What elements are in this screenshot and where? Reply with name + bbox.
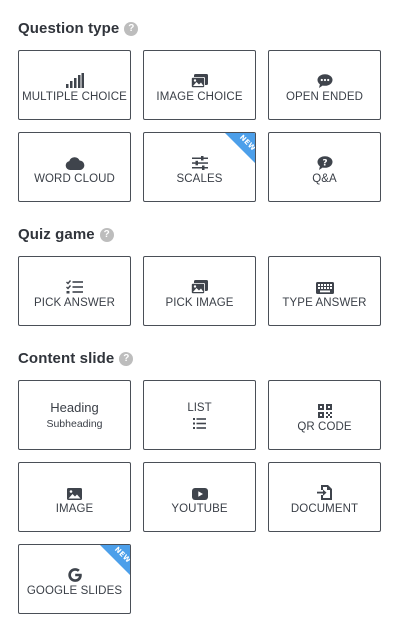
heading-label: Heading <box>50 400 99 415</box>
card-label: QR CODE <box>297 421 352 433</box>
question-bubble-icon: ? <box>317 154 333 170</box>
card-label: PICK IMAGE <box>165 297 234 309</box>
card-pick-image[interactable]: PICK IMAGE <box>143 256 256 326</box>
help-icon[interactable]: ? <box>99 227 114 242</box>
images-icon <box>191 72 208 88</box>
qr-code-icon <box>317 402 332 418</box>
images-icon <box>191 278 208 294</box>
card-label: SCALES <box>176 173 223 185</box>
card-scales[interactable]: NEW SCALES <box>143 132 256 202</box>
section-title-question-type: Question type ? <box>18 20 139 37</box>
card-label: IMAGE CHOICE <box>156 91 243 103</box>
keyboard-icon <box>315 278 334 294</box>
card-label: IMAGE <box>55 503 94 515</box>
card-label: GOOGLE SLIDES <box>26 585 123 597</box>
bar-chart-icon <box>65 72 84 88</box>
cloud-icon <box>65 154 85 170</box>
card-list[interactable]: LIST <box>143 380 256 450</box>
section-title-quiz-game: Quiz game ? <box>18 226 114 243</box>
sliders-icon <box>191 154 208 170</box>
card-label: TYPE ANSWER <box>282 297 367 309</box>
card-image[interactable]: IMAGE <box>18 462 131 532</box>
section-title-text: Question type <box>18 20 120 37</box>
card-type-answer[interactable]: TYPE ANSWER <box>268 256 381 326</box>
card-image-choice[interactable]: IMAGE CHOICE <box>143 50 256 120</box>
slide-type-picker: Question type ? MULTIPLE CHOICE IMAGE CH… <box>0 0 408 630</box>
card-heading[interactable]: Heading Subheading <box>18 380 131 450</box>
card-word-cloud[interactable]: WORD CLOUD <box>18 132 131 202</box>
card-multiple-choice[interactable]: MULTIPLE CHOICE <box>18 50 131 120</box>
card-document[interactable]: DOCUMENT <box>268 462 381 532</box>
svg-text:?: ? <box>322 158 327 168</box>
google-icon <box>67 566 82 582</box>
section-title-text: Quiz game <box>18 226 95 243</box>
checklist-icon <box>66 278 83 294</box>
document-import-icon <box>316 484 333 500</box>
card-label: YOUTUBE <box>171 503 228 515</box>
card-label: LIST <box>187 401 212 414</box>
help-icon[interactable]: ? <box>119 351 134 366</box>
help-icon[interactable]: ? <box>124 21 139 36</box>
list-icon <box>193 417 206 429</box>
card-label: OPEN ENDED <box>285 91 364 103</box>
image-icon <box>67 484 82 500</box>
card-q-and-a[interactable]: ? Q&A <box>268 132 381 202</box>
chat-bubble-icon <box>317 72 333 88</box>
subheading-label: Subheading <box>46 418 103 430</box>
card-label: PICK ANSWER <box>34 297 115 309</box>
section-title-content-slide: Content slide ? <box>18 350 134 367</box>
card-label: MULTIPLE CHOICE <box>22 91 127 103</box>
card-google-slides[interactable]: NEW GOOGLE SLIDES <box>18 544 131 614</box>
card-pick-answer[interactable]: PICK ANSWER <box>18 256 131 326</box>
card-open-ended[interactable]: OPEN ENDED <box>268 50 381 120</box>
youtube-icon <box>191 484 208 500</box>
card-youtube[interactable]: YOUTUBE <box>143 462 256 532</box>
card-qr-code[interactable]: QR CODE <box>268 380 381 450</box>
card-label: Q&A <box>312 173 337 185</box>
card-label: DOCUMENT <box>290 503 359 515</box>
section-title-text: Content slide <box>18 350 115 367</box>
card-label: WORD CLOUD <box>34 173 115 185</box>
